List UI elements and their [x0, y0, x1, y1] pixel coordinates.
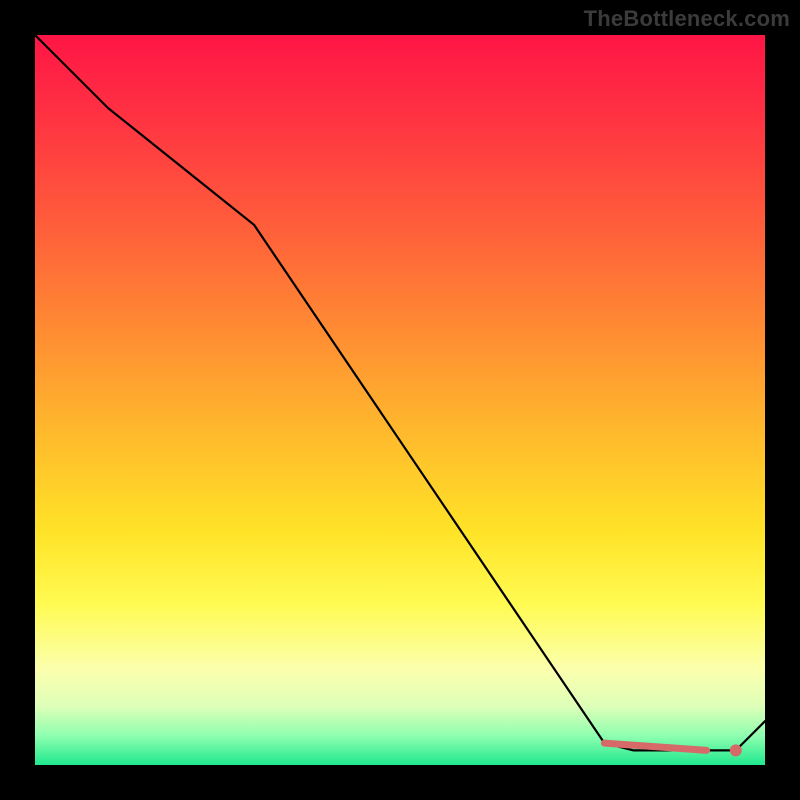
watermark-text: TheBottleneck.com: [584, 6, 790, 32]
highlight-segment: [604, 743, 706, 750]
highlight-point: [730, 744, 742, 756]
plot-overlay: [35, 35, 765, 765]
bottleneck-curve-line: [35, 35, 765, 750]
plot-container: [35, 35, 765, 765]
chart-frame: TheBottleneck.com: [0, 0, 800, 800]
